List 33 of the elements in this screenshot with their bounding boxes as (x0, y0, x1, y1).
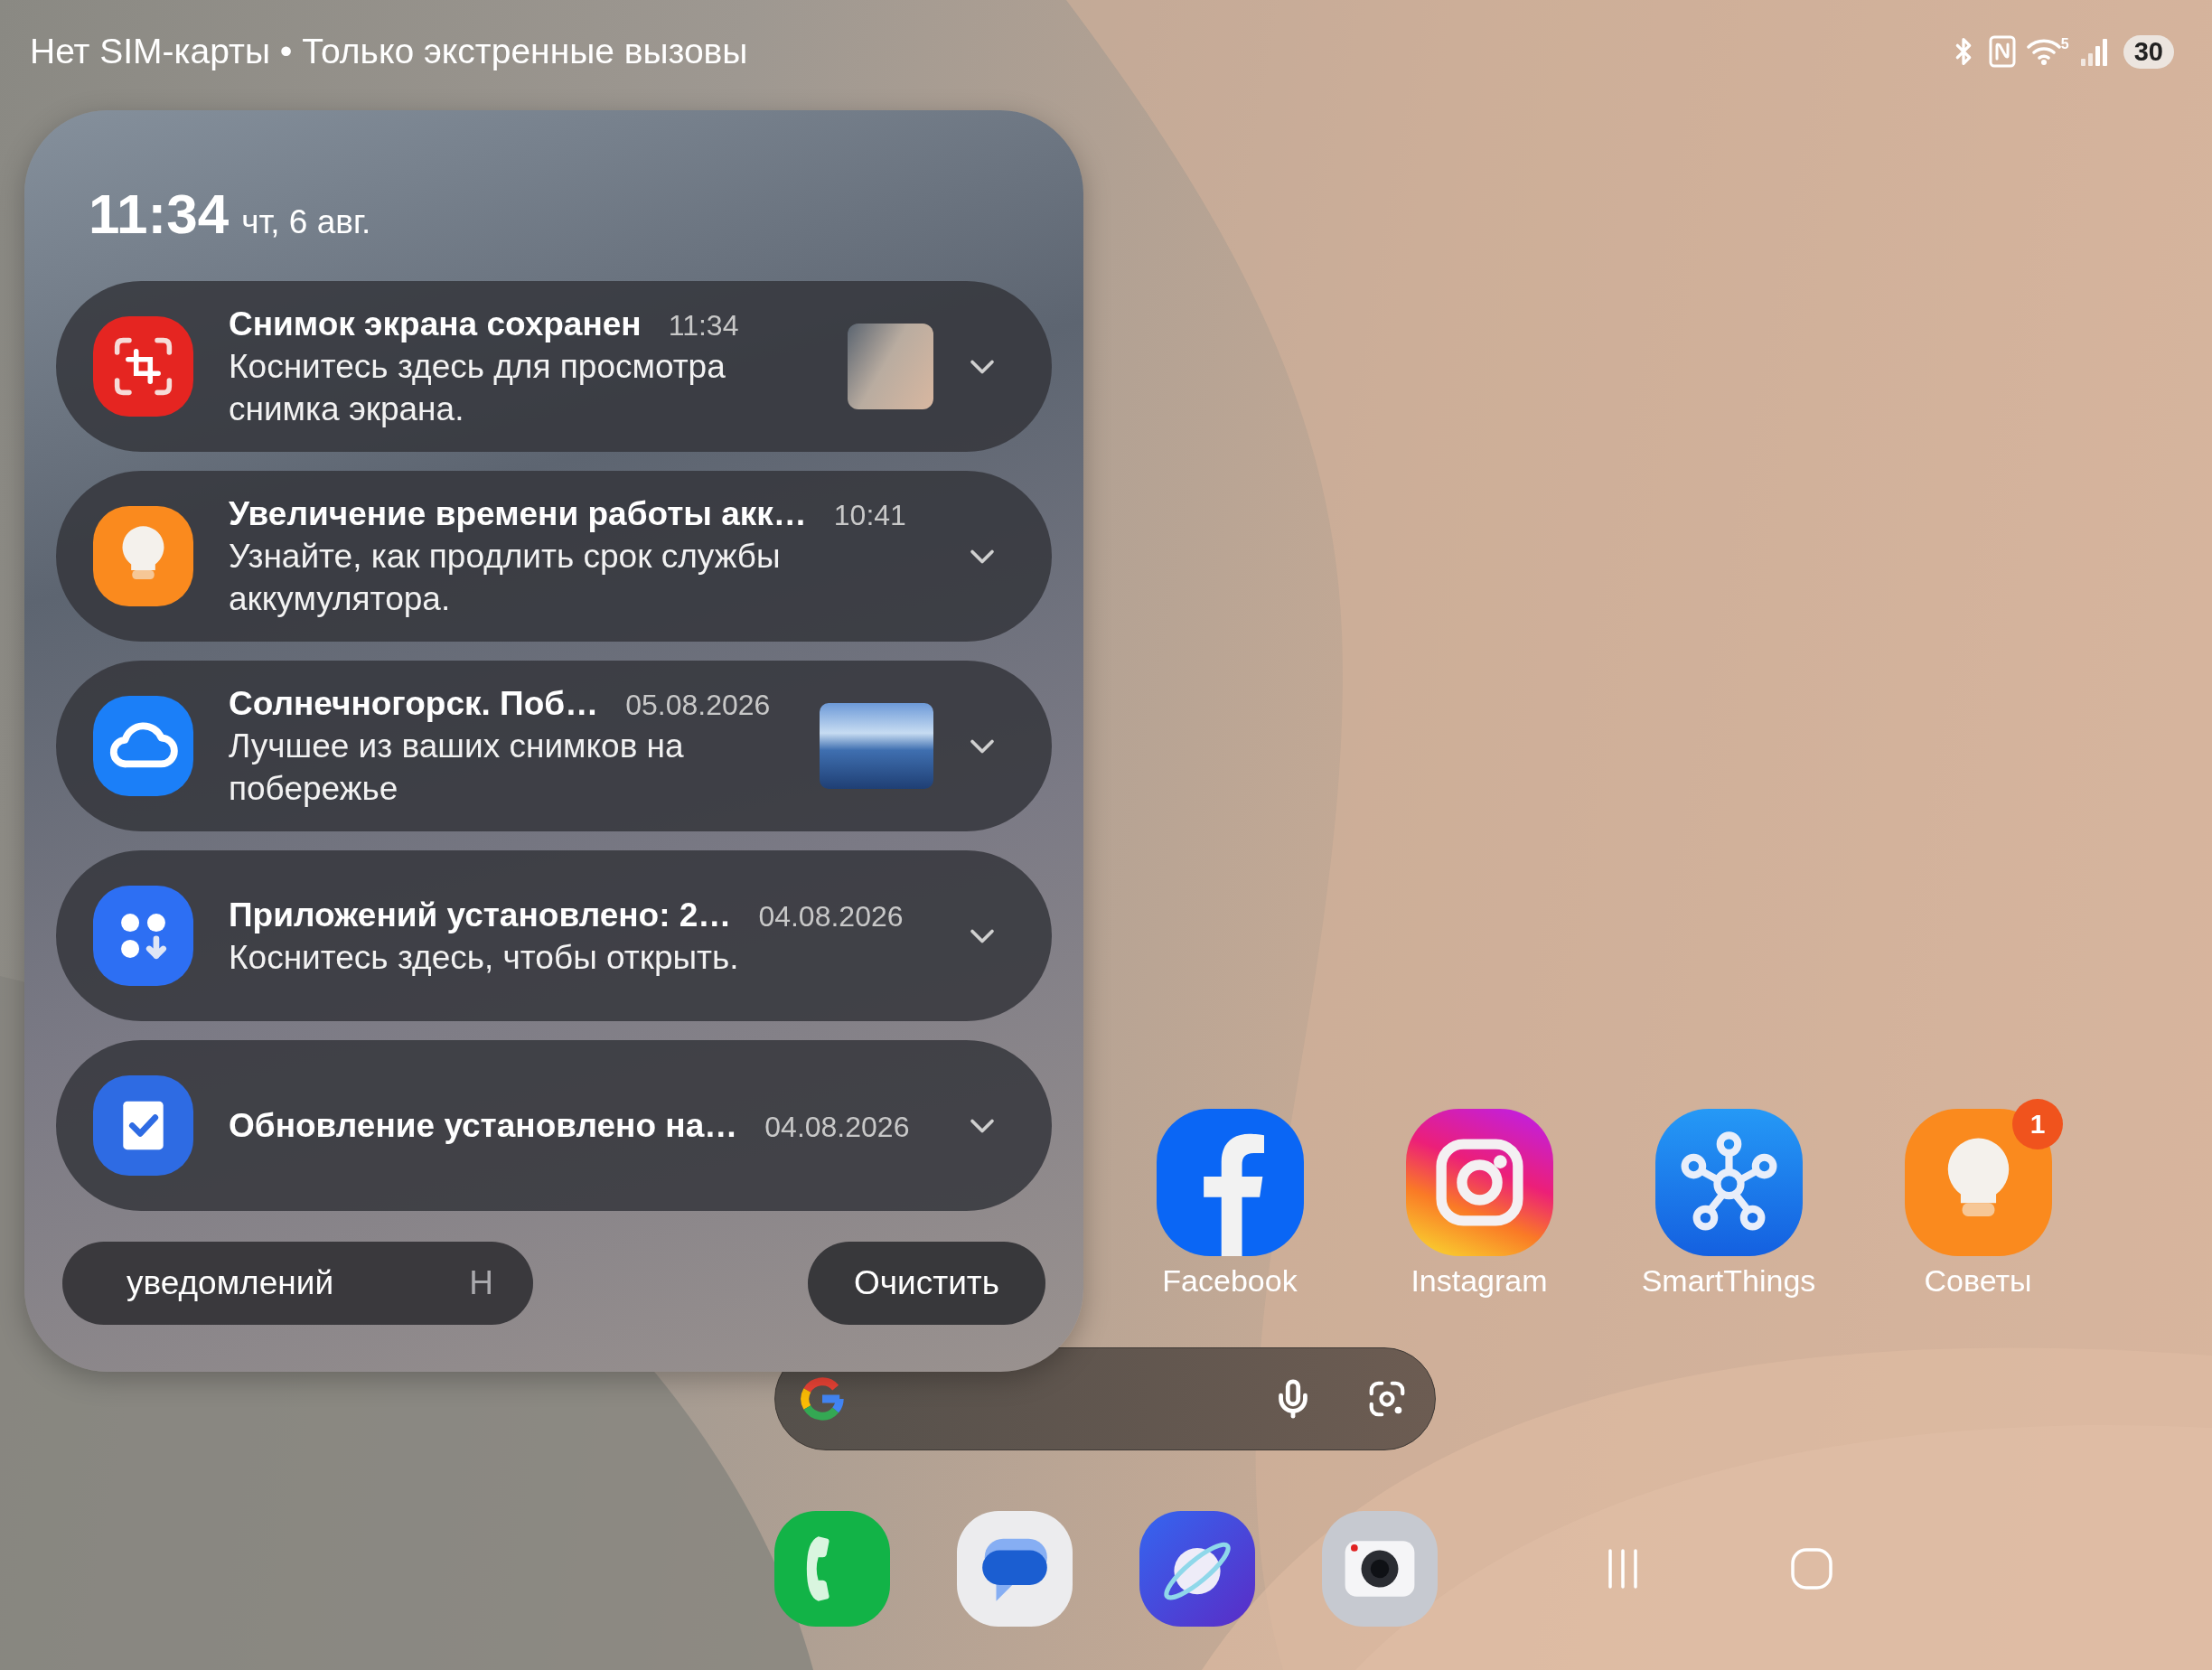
notification-card[interactable]: Снимок экрана сохранен 11:34 Коснитесь здесь для просмотра снимка экрана. (56, 281, 1052, 452)
notification-time: 11:34 (668, 308, 739, 343)
notification-card[interactable]: Приложений установлено: 2… 04.08.2026 Коснитесь здесь, чтобы открыть. (56, 850, 1052, 1021)
apps-download-icon (93, 886, 193, 986)
wifi-icon (2026, 37, 2061, 66)
notification-title: Увеличение времени работы акк… (229, 494, 807, 534)
notification-text: Коснитесь здесь, чтобы открыть. (229, 937, 740, 978)
notification-title: Обновление установлено на… (229, 1106, 738, 1146)
notification-title: Солнечногорск. Поб… (229, 684, 599, 724)
cloud-icon (93, 696, 193, 796)
notification-title: Приложений установлено: 2… (229, 895, 732, 935)
notification-text: Узнайте, как продлить срок службы аккумулятора. (229, 537, 782, 619)
status-message: Нет SIM-карты • Только экстренные вызовы (30, 31, 748, 72)
notification-time: 04.08.2026 (758, 898, 904, 934)
clock-date: чт, 6 авг. (241, 202, 371, 242)
nfc-icon (1988, 35, 2016, 68)
notification-card[interactable]: Обновление установлено на… 04.08.2026 (56, 1040, 1052, 1211)
notification-card[interactable]: Солнечногорск. Поб… 05.08.2026 Лучшее из ваших снимков на побережье (56, 661, 1052, 831)
notification-card[interactable]: Увеличение времени работы акк… 10:41 Узнайте, как продлить срок службы аккумулятора. (56, 471, 1052, 642)
notification-text: Коснитесь здесь для просмотра снимка экрана. (229, 347, 726, 429)
clear-button[interactable]: Очистить (808, 1242, 1045, 1325)
wifi-band-label: 5 (2060, 37, 2069, 52)
notification-time: 05.08.2026 (625, 688, 771, 723)
lightbulb-icon (93, 506, 193, 606)
notification-settings-button[interactable]: уведомлений Н (62, 1242, 533, 1325)
notification-time: 04.08.2026 (764, 1110, 910, 1145)
notification-time: 10:41 (833, 498, 906, 533)
notification-title: Снимок экрана сохранен (229, 305, 642, 344)
checkbox-icon (93, 1075, 193, 1176)
clock-time: 11:34 (89, 182, 230, 247)
signal-icon (2079, 37, 2107, 66)
notification-text: Лучшее из ваших снимков на побережье (229, 727, 685, 809)
screenshot-icon (93, 316, 193, 417)
